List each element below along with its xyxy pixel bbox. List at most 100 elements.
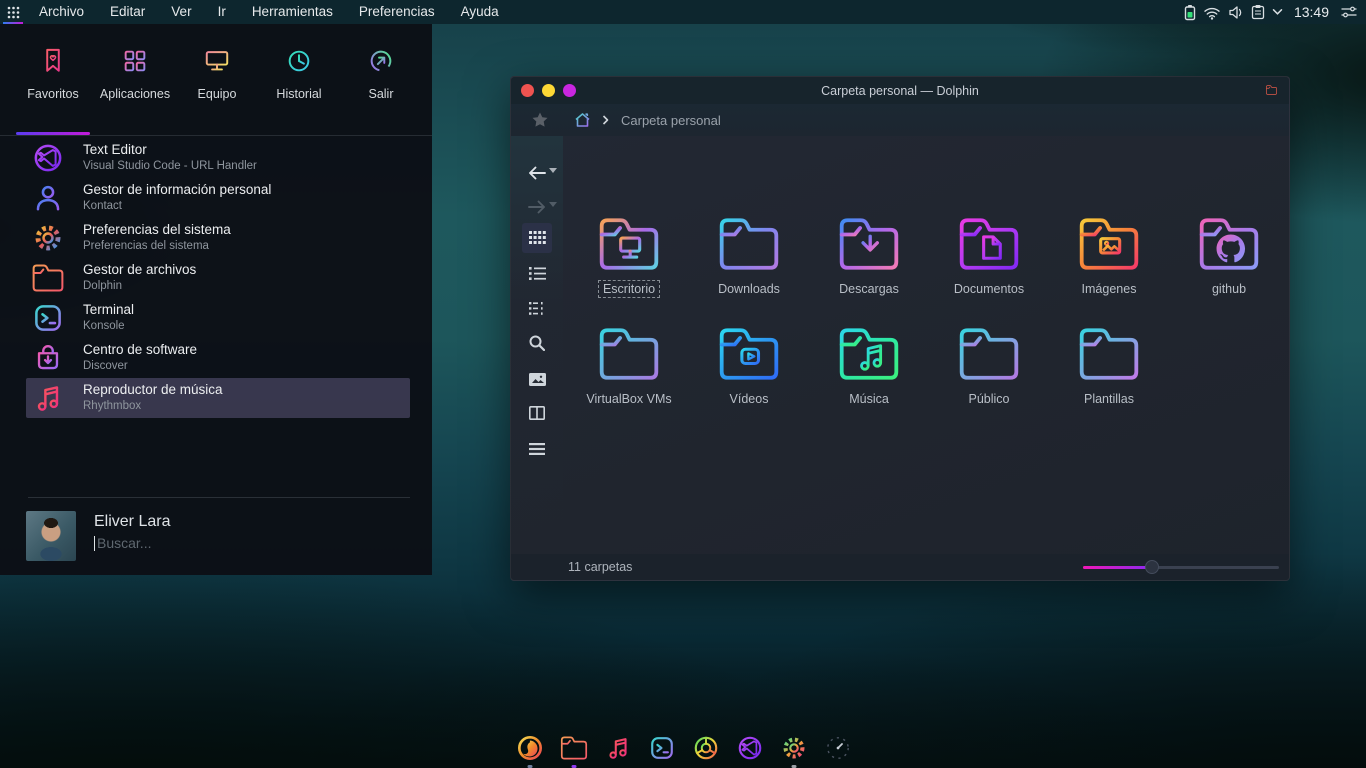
menu-ayuda[interactable]: Ayuda	[448, 0, 512, 24]
fav-item-rhythmbox[interactable]: Reproductor de músicaRhythmbox	[26, 378, 410, 418]
minimize-button[interactable]	[542, 84, 555, 97]
folder-icon	[1071, 206, 1147, 282]
fav-subtitle: Discover	[83, 359, 197, 373]
fav-item-konsole[interactable]: TerminalKonsole	[26, 298, 410, 338]
folder-plantillas[interactable]: Plantillas	[1049, 316, 1169, 426]
compact-view-button[interactable]	[522, 293, 552, 323]
menu-herramientas[interactable]: Herramientas	[239, 0, 346, 24]
folder-escritorio[interactable]: Escritorio	[569, 206, 689, 316]
dock-vscode[interactable]	[733, 731, 767, 765]
breadcrumb[interactable]: Carpeta personal	[621, 113, 721, 128]
fav-item-text-editor[interactable]: Text EditorVisual Studio Code - URL Hand…	[26, 138, 410, 178]
tabs-divider	[0, 135, 432, 136]
folder-virtualbox-vms[interactable]: VirtualBox VMs	[569, 316, 689, 426]
folder-label: Vídeos	[725, 390, 774, 408]
dock-dolphin[interactable]	[557, 731, 591, 765]
list-view-button[interactable]	[522, 258, 552, 288]
folder-musica[interactable]: Música	[809, 316, 929, 426]
gear-icon	[778, 732, 810, 764]
wifi-icon[interactable]	[1203, 5, 1221, 20]
titlebar[interactable]: Carpeta personal — Dolphin	[511, 77, 1289, 104]
tab-favoritos[interactable]: Favoritos	[12, 24, 94, 114]
close-button[interactable]	[521, 84, 534, 97]
star-icon[interactable]	[531, 111, 549, 129]
preview-button[interactable]	[522, 364, 552, 394]
tab-label: Favoritos	[27, 87, 78, 101]
folder-publico[interactable]: Público	[929, 316, 1049, 426]
back-dropdown-icon[interactable]	[549, 166, 559, 176]
forward-dropdown-icon[interactable]	[549, 200, 559, 210]
back-button[interactable]	[522, 158, 552, 188]
folder-label: Música	[844, 390, 894, 408]
terminal-icon	[646, 732, 678, 764]
menu-archivo[interactable]: Archivo	[26, 0, 97, 24]
folder-descargas[interactable]: Descargas	[809, 206, 929, 316]
dock-chromium[interactable]	[689, 731, 723, 765]
dock-latte-dial[interactable]	[821, 731, 855, 765]
app-grid-icon	[119, 44, 151, 78]
app-launcher-icon[interactable]	[0, 0, 26, 24]
fav-item-discover[interactable]: Centro de softwareDiscover	[26, 338, 410, 378]
battery-icon[interactable]	[1184, 4, 1196, 21]
folder-downloads[interactable]: Downloads	[689, 206, 809, 316]
user-area: Eliver Lara	[26, 511, 410, 561]
fav-item-dolphin[interactable]: Gestor de archivosDolphin	[26, 258, 410, 298]
dock	[513, 731, 855, 765]
zoom-slider[interactable]	[1083, 554, 1279, 580]
folder-label: Plantillas	[1079, 390, 1139, 408]
menu-preferencias[interactable]: Preferencias	[346, 0, 448, 24]
folder-label: Público	[964, 390, 1015, 408]
dock-firefox[interactable]	[513, 731, 547, 765]
user-divider	[28, 497, 410, 498]
fav-item-preferencias[interactable]: Preferencias del sistemaPreferencias del…	[26, 218, 410, 258]
panel-settings-icon[interactable]	[1340, 5, 1358, 19]
dial-icon	[822, 732, 854, 764]
folder-documentos[interactable]: Documentos	[929, 206, 1049, 316]
bag-download-icon	[29, 339, 67, 377]
chevron-down-icon[interactable]	[1272, 8, 1283, 16]
user-avatar[interactable]	[26, 511, 76, 561]
slider-fill	[1083, 566, 1152, 569]
home-icon[interactable]	[573, 111, 592, 129]
slider-knob[interactable]	[1145, 560, 1159, 574]
folder-imagenes[interactable]: Imágenes	[1049, 206, 1169, 316]
tab-salir[interactable]: Salir	[340, 24, 422, 114]
firefox-icon	[514, 732, 546, 764]
tab-historial[interactable]: Historial	[258, 24, 340, 114]
tab-aplicaciones[interactable]: Aplicaciones	[94, 24, 176, 114]
clipboard-icon[interactable]	[1251, 4, 1265, 20]
monitor-icon	[201, 44, 233, 78]
launcher-tabs: Favoritos Aplicaciones Equipo Historial …	[12, 24, 422, 114]
forward-button[interactable]	[522, 192, 552, 222]
tab-label: Historial	[276, 87, 321, 101]
grid-view-button[interactable]	[522, 223, 552, 253]
fav-title: Reproductor de música	[83, 382, 223, 399]
dolphin-window: Carpeta personal — Dolphin Carpeta perso…	[510, 76, 1290, 581]
desktop-wallpaper: Archivo Editar Ver Ir Herramientas Prefe…	[0, 0, 1366, 768]
maximize-button[interactable]	[563, 84, 576, 97]
fav-subtitle: Rhythmbox	[83, 399, 223, 413]
clock[interactable]: 13:49	[1290, 4, 1333, 20]
search-button[interactable]	[522, 328, 552, 358]
folder-github[interactable]: github	[1169, 206, 1289, 316]
tab-equipo[interactable]: Equipo	[176, 24, 258, 114]
fav-item-kontact[interactable]: Gestor de información personalKontact	[26, 178, 410, 218]
volume-icon[interactable]	[1228, 5, 1244, 20]
dock-rhythmbox[interactable]	[601, 731, 635, 765]
menu-ver[interactable]: Ver	[158, 0, 204, 24]
fav-title: Text Editor	[83, 142, 257, 159]
location-bar: Carpeta personal	[511, 104, 1289, 136]
folder-videos[interactable]: Vídeos	[689, 316, 809, 426]
terminal-icon	[29, 299, 67, 337]
search-input[interactable]	[97, 535, 317, 551]
dock-konsole[interactable]	[645, 731, 679, 765]
menu-button[interactable]	[522, 434, 552, 464]
dock-settings[interactable]	[777, 731, 811, 765]
menu-editar[interactable]: Editar	[97, 0, 158, 24]
fav-title: Terminal	[83, 302, 134, 319]
split-view-button[interactable]	[522, 398, 552, 428]
breadcrumb-chevron-icon[interactable]	[602, 115, 609, 125]
status-bar: 11 carpetas	[511, 554, 1289, 580]
menu-ir[interactable]: Ir	[205, 0, 239, 24]
fav-subtitle: Visual Studio Code - URL Handler	[83, 159, 257, 173]
